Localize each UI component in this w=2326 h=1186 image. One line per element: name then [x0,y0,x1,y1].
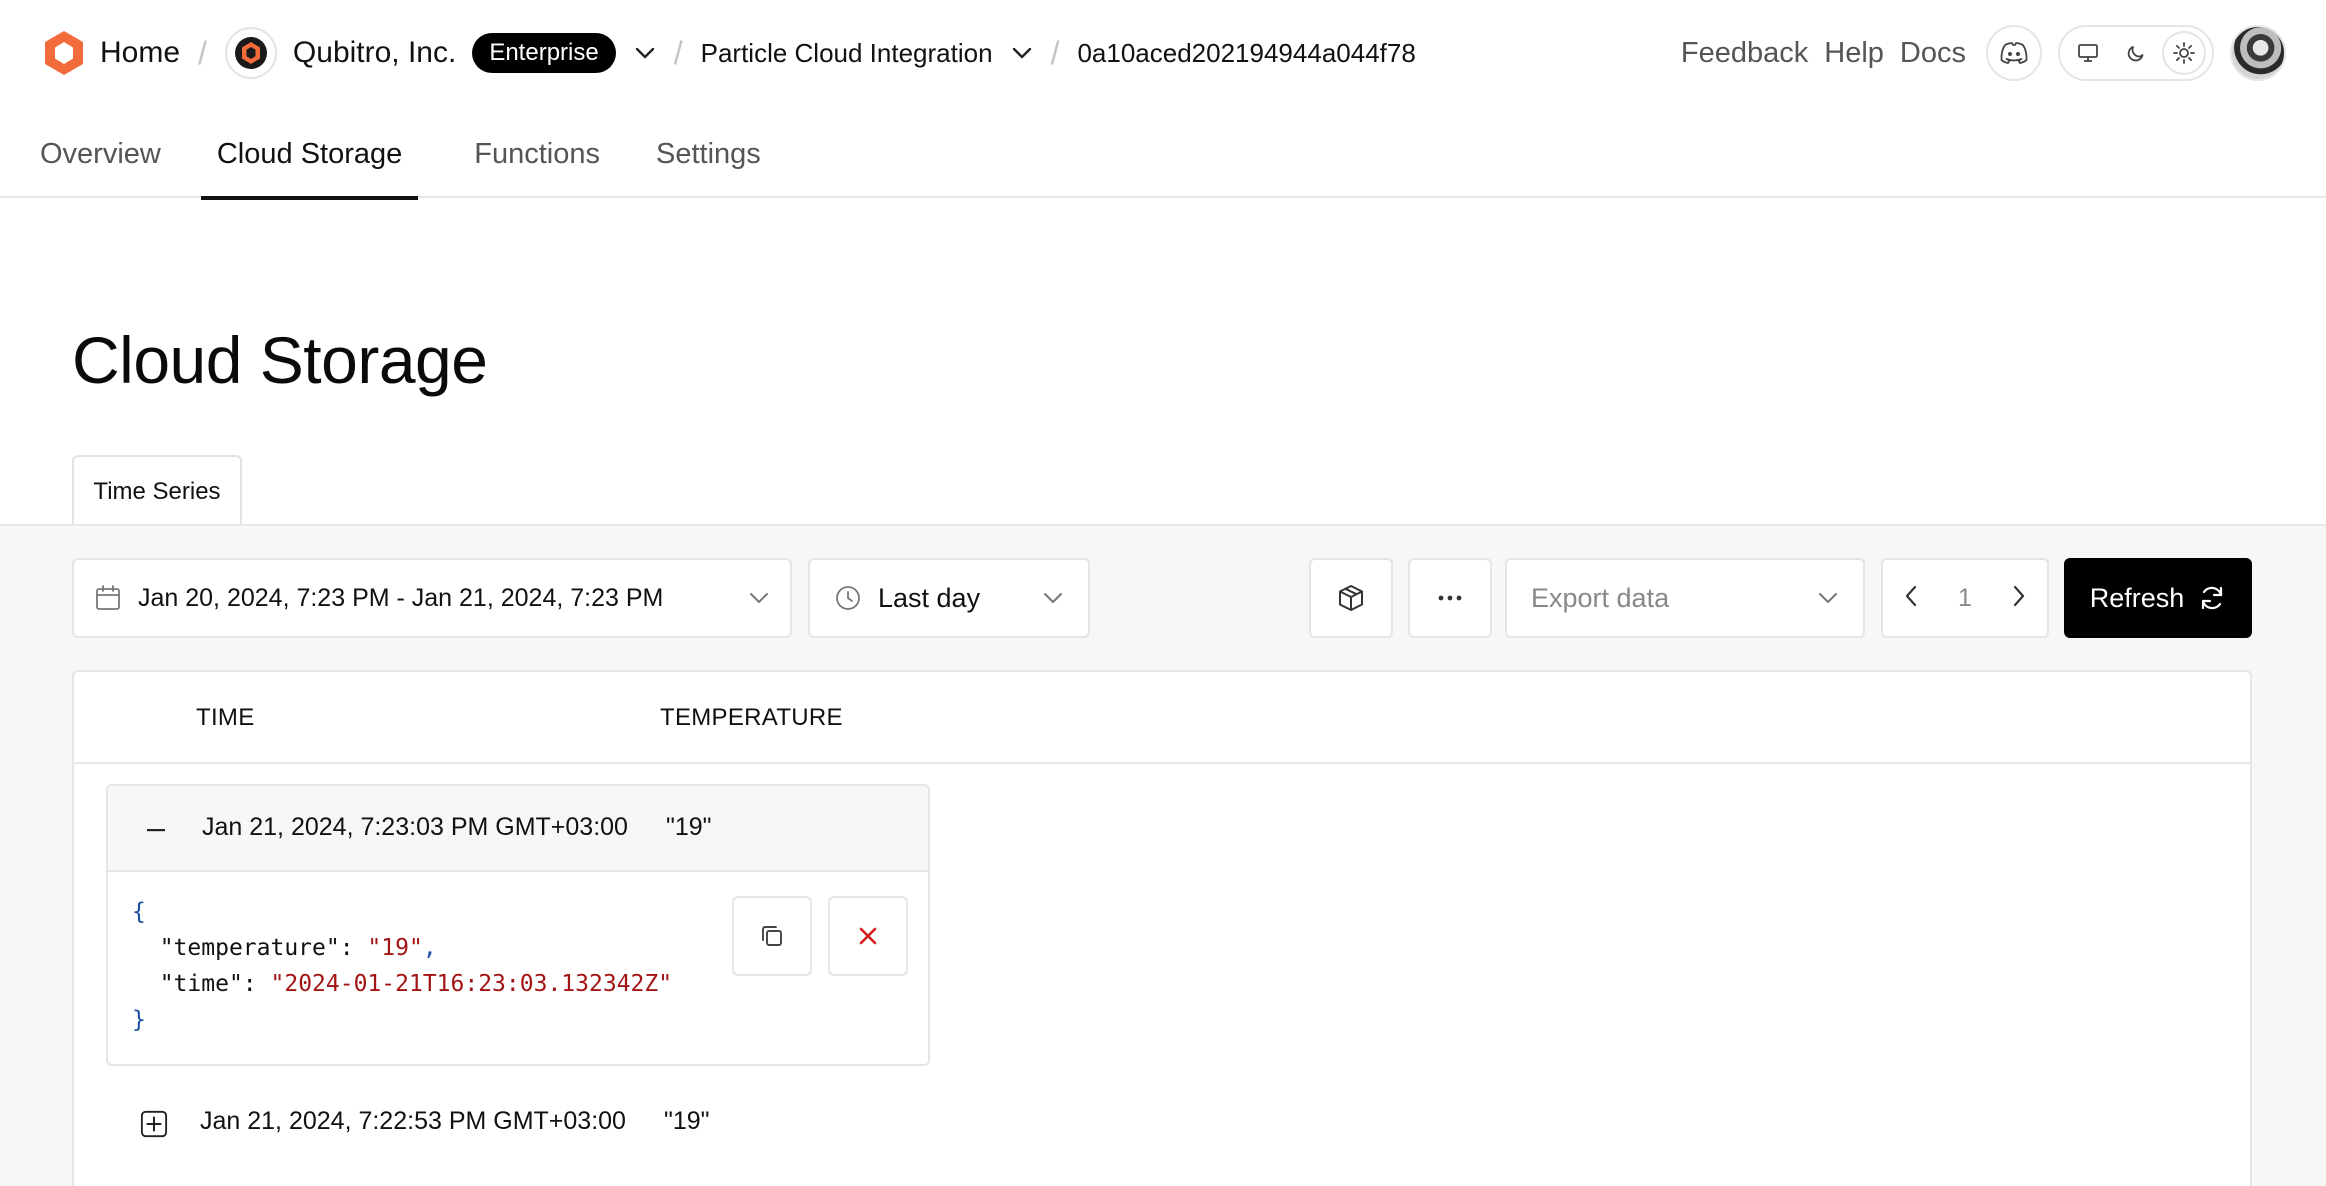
expand-row-plus-square-icon[interactable] [140,1110,168,1138]
tab-time-series[interactable]: Time Series [72,455,242,528]
column-header-temperature[interactable]: TEMPERATURE [660,704,843,732]
table-row[interactable]: Jan 21, 2024, 7:22:53 PM GMT+03:00 "19" [106,1080,930,1166]
project-name: Particle Cloud Integration [700,37,993,68]
pagination: 1 [1881,558,2049,638]
organization-selector[interactable]: Qubitro, Inc. Enterprise [224,27,656,79]
row-time-value: Jan 21, 2024, 7:22:53 PM GMT+03:00 [200,1107,626,1135]
refresh-icon [2202,586,2223,610]
breadcrumb-separator: / [198,34,207,71]
home-label: Home [100,36,181,69]
theme-switcher [2058,25,2214,81]
organization-dropdown-chevron-icon[interactable] [634,46,656,60]
json-temperature-key: "temperature" [159,935,340,961]
time-series-table: TIME TEMPERATURE Jan 21, 2024, 7:23:03 P… [72,670,2252,1186]
tab-functions[interactable]: Functions [474,120,600,198]
data-model-button[interactable] [1309,558,1393,638]
calendar-icon [96,585,120,610]
close-x-icon [859,927,877,945]
help-link[interactable]: Help [1824,37,1884,70]
qubitro-logo-icon [40,29,88,77]
more-horizontal-icon [1438,595,1462,601]
dark-theme-moon-icon[interactable] [2114,31,2158,75]
docs-link[interactable]: Docs [1900,37,1966,70]
breadcrumb-separator: / [1050,34,1060,71]
json-time-key: "time" [159,971,243,997]
time-preset-value: Last day [878,582,981,613]
refresh-label: Refresh [2089,582,2185,613]
discord-button[interactable] [1986,25,2042,81]
row-json-payload: { "temperature": "19", "time": "2024-01-… [132,899,673,1033]
next-page-chevron-right-icon[interactable] [2011,584,2027,613]
date-range-picker[interactable]: Jan 20, 2024, 7:23 PM - Jan 21, 2024, 7:… [72,558,792,638]
time-preset-select[interactable]: Last day [808,558,1090,638]
json-close-brace: } [132,1007,146,1033]
project-selector[interactable]: Particle Cloud Integration [701,38,1033,69]
row-temperature-value: "19" [666,813,712,841]
tab-cloud-storage[interactable]: Cloud Storage [200,120,419,200]
discord-icon [2000,42,2028,64]
current-page-number: 1 [1958,583,1972,612]
user-avatar[interactable] [2230,25,2286,81]
system-theme-monitor-icon[interactable] [2066,31,2110,75]
table-header: TIME TEMPERATURE [74,672,2250,764]
json-temperature-value: "19" [367,935,423,961]
tab-settings[interactable]: Settings [656,120,761,198]
row-summary[interactable]: Jan 21, 2024, 7:23:03 PM GMT+03:00 "19" [108,786,928,872]
json-open-brace: { [132,899,146,925]
json-time-value: "2024-01-21T16:23:03.132342Z" [270,971,673,997]
chevron-down-icon [1819,593,1837,603]
tab-overview[interactable]: Overview [40,120,161,198]
organization-name: Qubitro, Inc. [292,36,457,69]
copy-icon [762,926,782,946]
clock-icon [836,586,860,610]
date-range-value: Jan 20, 2024, 7:23 PM - Jan 21, 2024, 7:… [138,583,664,612]
cube-icon [1339,585,1363,611]
breadcrumb-separator: / [673,34,683,71]
chevron-down-icon [1044,593,1062,603]
plan-badge: Enterprise [472,33,616,73]
export-data-placeholder: Export data [1531,582,1670,613]
delete-record-button[interactable] [828,896,908,976]
table-row: Jan 21, 2024, 7:23:03 PM GMT+03:00 "19" … [106,784,930,1066]
collapse-row-minus-icon[interactable] [142,816,170,844]
column-header-time[interactable]: TIME [196,704,255,732]
project-dropdown-chevron-icon[interactable] [1011,46,1033,60]
more-options-button[interactable] [1408,558,1492,638]
organization-logo-icon [224,27,277,79]
feedback-link[interactable]: Feedback [1681,37,1808,70]
section-tabs: Overview Cloud Storage Functions Setting… [0,120,2326,200]
refresh-button[interactable]: Refresh [2064,558,2252,638]
row-time-value: Jan 21, 2024, 7:23:03 PM GMT+03:00 [202,813,628,841]
device-id[interactable]: 0a10aced202194944a044f78 [1077,38,1415,69]
row-temperature-value: "19" [664,1107,710,1135]
chevron-down-icon [750,593,768,603]
page-title: Cloud Storage [72,323,488,397]
home-link[interactable]: Home [40,29,180,77]
light-theme-sun-icon[interactable] [2162,31,2206,75]
copy-json-button[interactable] [732,896,812,976]
export-data-select[interactable]: Export data [1505,558,1865,638]
header-actions: Feedback Help Docs [1665,0,2286,106]
previous-page-chevron-left-icon[interactable] [1903,584,1919,613]
